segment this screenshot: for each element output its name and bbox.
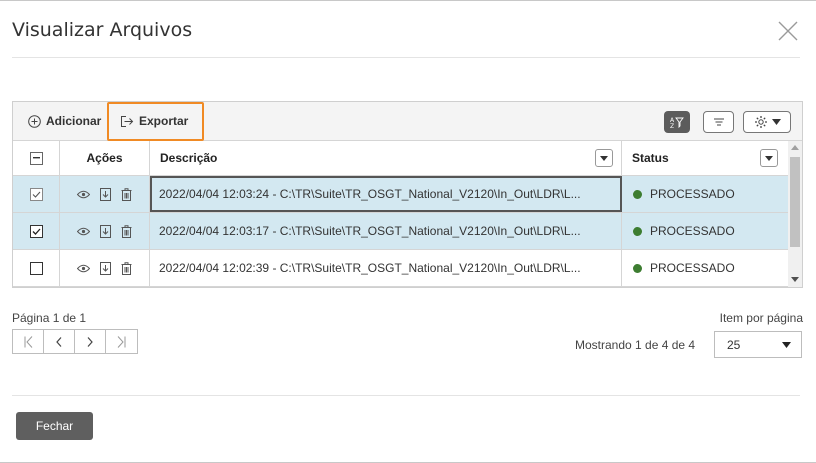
showing-count: Mostrando 1 de 4 de 4 (575, 338, 696, 352)
view-icon[interactable] (77, 227, 90, 236)
export-icon (121, 115, 134, 127)
row-actions (60, 213, 150, 249)
row-description[interactable]: 2022/04/04 12:03:17 - C:\TR\Suite\TR_OSG… (150, 213, 622, 249)
table-row[interactable]: 2022/04/04 12:02:39 - C:\TR\Suite\TR_OSG… (13, 250, 788, 287)
add-button-label: Adicionar (46, 114, 102, 128)
status-dot-icon (633, 263, 642, 273)
row-description[interactable]: 2022/04/04 12:03:24 - C:\TR\Suite\TR_OSG… (150, 176, 622, 212)
view-files-dialog: Visualizar Arquivos Adicionar Exportar A… (0, 0, 816, 463)
items-per-page-select[interactable]: 25 (714, 331, 802, 358)
first-page-button[interactable] (13, 330, 44, 353)
last-page-button[interactable] (106, 330, 137, 353)
status-dot-icon (633, 226, 642, 236)
chevron-right-icon (87, 336, 93, 347)
row-description-text: 2022/04/04 12:03:17 - C:\TR\Suite\TR_OSG… (159, 224, 581, 238)
sort-filter-button[interactable]: A Z (664, 111, 690, 133)
view-icon[interactable] (77, 264, 90, 273)
list-view-button[interactable] (703, 111, 734, 133)
download-icon[interactable] (100, 224, 111, 238)
header-status-label: Status (632, 151, 669, 165)
header-status[interactable]: Status (622, 141, 788, 175)
view-icon[interactable] (77, 190, 90, 199)
row-description-text: 2022/04/04 12:03:24 - C:\TR\Suite\TR_OSG… (159, 187, 581, 201)
export-button[interactable]: Exportar (120, 102, 188, 140)
row-checkbox[interactable] (29, 261, 43, 275)
files-grid: Adicionar Exportar A Z Ações Descrição S… (12, 101, 803, 288)
items-per-page-value: 25 (727, 337, 741, 352)
list-icon (713, 118, 724, 126)
grid-toolbar: Adicionar Exportar A Z (13, 102, 802, 141)
scrollbar-thumb[interactable] (790, 157, 800, 247)
caret-down-icon (782, 342, 791, 348)
row-status: PROCESSADO (622, 213, 788, 249)
row-status-text: PROCESSADO (650, 261, 735, 275)
download-icon[interactable] (100, 187, 111, 201)
title-divider (12, 57, 800, 58)
caret-down-icon (765, 155, 773, 161)
footer-divider (12, 395, 800, 396)
chevron-left-icon (56, 336, 62, 347)
row-checkbox-cell (13, 250, 60, 286)
close-icon[interactable] (777, 20, 799, 42)
header-actions-label: Ações (86, 151, 123, 165)
header-description[interactable]: Descrição (150, 141, 622, 175)
svg-text:Z: Z (670, 123, 674, 128)
row-status-text: PROCESSADO (650, 187, 735, 201)
plus-circle-icon (28, 114, 41, 128)
row-description[interactable]: 2022/04/04 12:02:39 - C:\TR\Suite\TR_OSG… (150, 250, 622, 286)
sort-filter-icon: A Z (670, 117, 684, 128)
row-checkbox-cell (13, 176, 60, 212)
row-status-text: PROCESSADO (650, 224, 735, 238)
table-header: Ações Descrição Status (13, 141, 788, 176)
items-per-page-label: Item por página (719, 311, 803, 325)
status-filter-dropdown[interactable] (760, 149, 778, 167)
first-page-icon (24, 335, 32, 348)
row-checkbox[interactable] (29, 224, 43, 238)
row-checkbox-cell (13, 213, 60, 249)
export-button-label: Exportar (139, 114, 189, 128)
row-checkbox[interactable] (29, 187, 43, 201)
download-icon[interactable] (100, 261, 111, 275)
header-description-label: Descrição (160, 151, 218, 165)
scroll-down-icon[interactable] (791, 277, 799, 282)
scroll-up-icon[interactable] (791, 145, 799, 150)
gear-icon (754, 116, 767, 128)
trash-icon[interactable] (121, 261, 132, 275)
row-actions (60, 176, 150, 212)
trash-icon[interactable] (121, 224, 132, 238)
row-status: PROCESSADO (622, 176, 788, 212)
row-description-text: 2022/04/04 12:02:39 - C:\TR\Suite\TR_OSG… (159, 261, 581, 275)
pager (12, 329, 138, 354)
page-info: Página 1 de 1 (12, 311, 87, 325)
prev-page-button[interactable] (44, 330, 75, 353)
trash-icon[interactable] (121, 187, 132, 201)
table-row[interactable]: 2022/04/04 12:03:24 - C:\TR\Suite\TR_OSG… (13, 176, 788, 213)
caret-down-icon (600, 155, 608, 161)
row-actions (60, 250, 150, 286)
status-dot-icon (633, 189, 642, 199)
add-button[interactable]: Adicionar (28, 102, 101, 140)
dialog-title: Visualizar Arquivos (12, 19, 193, 41)
vertical-scrollbar[interactable] (788, 141, 802, 287)
select-all-cell (13, 141, 60, 175)
row-status: PROCESSADO (622, 250, 788, 286)
next-page-button[interactable] (75, 330, 106, 353)
header-actions: Ações (60, 141, 150, 175)
table-row[interactable]: 2022/04/04 12:03:17 - C:\TR\Suite\TR_OSG… (13, 213, 788, 250)
select-all-checkbox[interactable] (29, 151, 43, 165)
caret-down-icon (771, 119, 781, 125)
last-page-icon (117, 335, 126, 348)
close-button[interactable]: Fechar (16, 412, 93, 440)
description-filter-dropdown[interactable] (595, 149, 613, 167)
settings-dropdown-button[interactable] (743, 111, 791, 133)
